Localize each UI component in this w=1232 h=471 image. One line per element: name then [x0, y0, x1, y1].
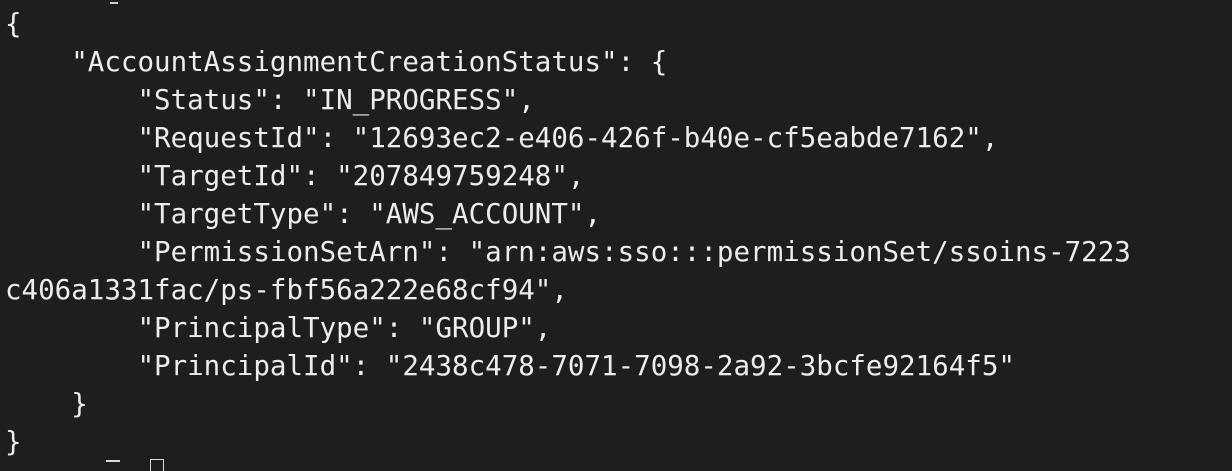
json-open-brace: {	[5, 8, 22, 40]
json-field-principal-id: "PrincipalId": "2438c478-7071-7098-2a92-…	[5, 350, 1015, 382]
prompt-arrow-icon	[106, 460, 120, 464]
json-field-target-id: "TargetId": "207849759248",	[5, 160, 585, 192]
json-field-status: "Status": "IN_PROGRESS",	[5, 84, 535, 116]
shell-prompt[interactable]	[0, 459, 1232, 471]
json-field-request-id: "RequestId": "12693ec2-e406-426f-b40e-cf…	[5, 122, 999, 154]
json-field-principal-type: "PrincipalType": "GROUP",	[5, 312, 552, 344]
json-close-brace: }	[5, 426, 22, 458]
json-key-account-assignment-creation-status: "AccountAssignmentCreationStatus": {	[5, 46, 668, 78]
json-inner-close-brace: }	[5, 388, 88, 420]
previous-line-fragment	[0, 0, 1232, 4]
json-field-permission-set-arn: "PermissionSetArn": "arn:aws:sso:::permi…	[5, 236, 1131, 268]
json-field-permission-set-arn-wrapped: c406a1331fac/ps-fbf56a222e68cf94",	[5, 274, 568, 306]
terminal-window[interactable]: { "AccountAssignmentCreationStatus": { "…	[0, 0, 1232, 471]
json-field-target-type: "TargetType": "AWS_ACCOUNT",	[5, 198, 602, 230]
cursor-block-icon	[150, 459, 164, 471]
